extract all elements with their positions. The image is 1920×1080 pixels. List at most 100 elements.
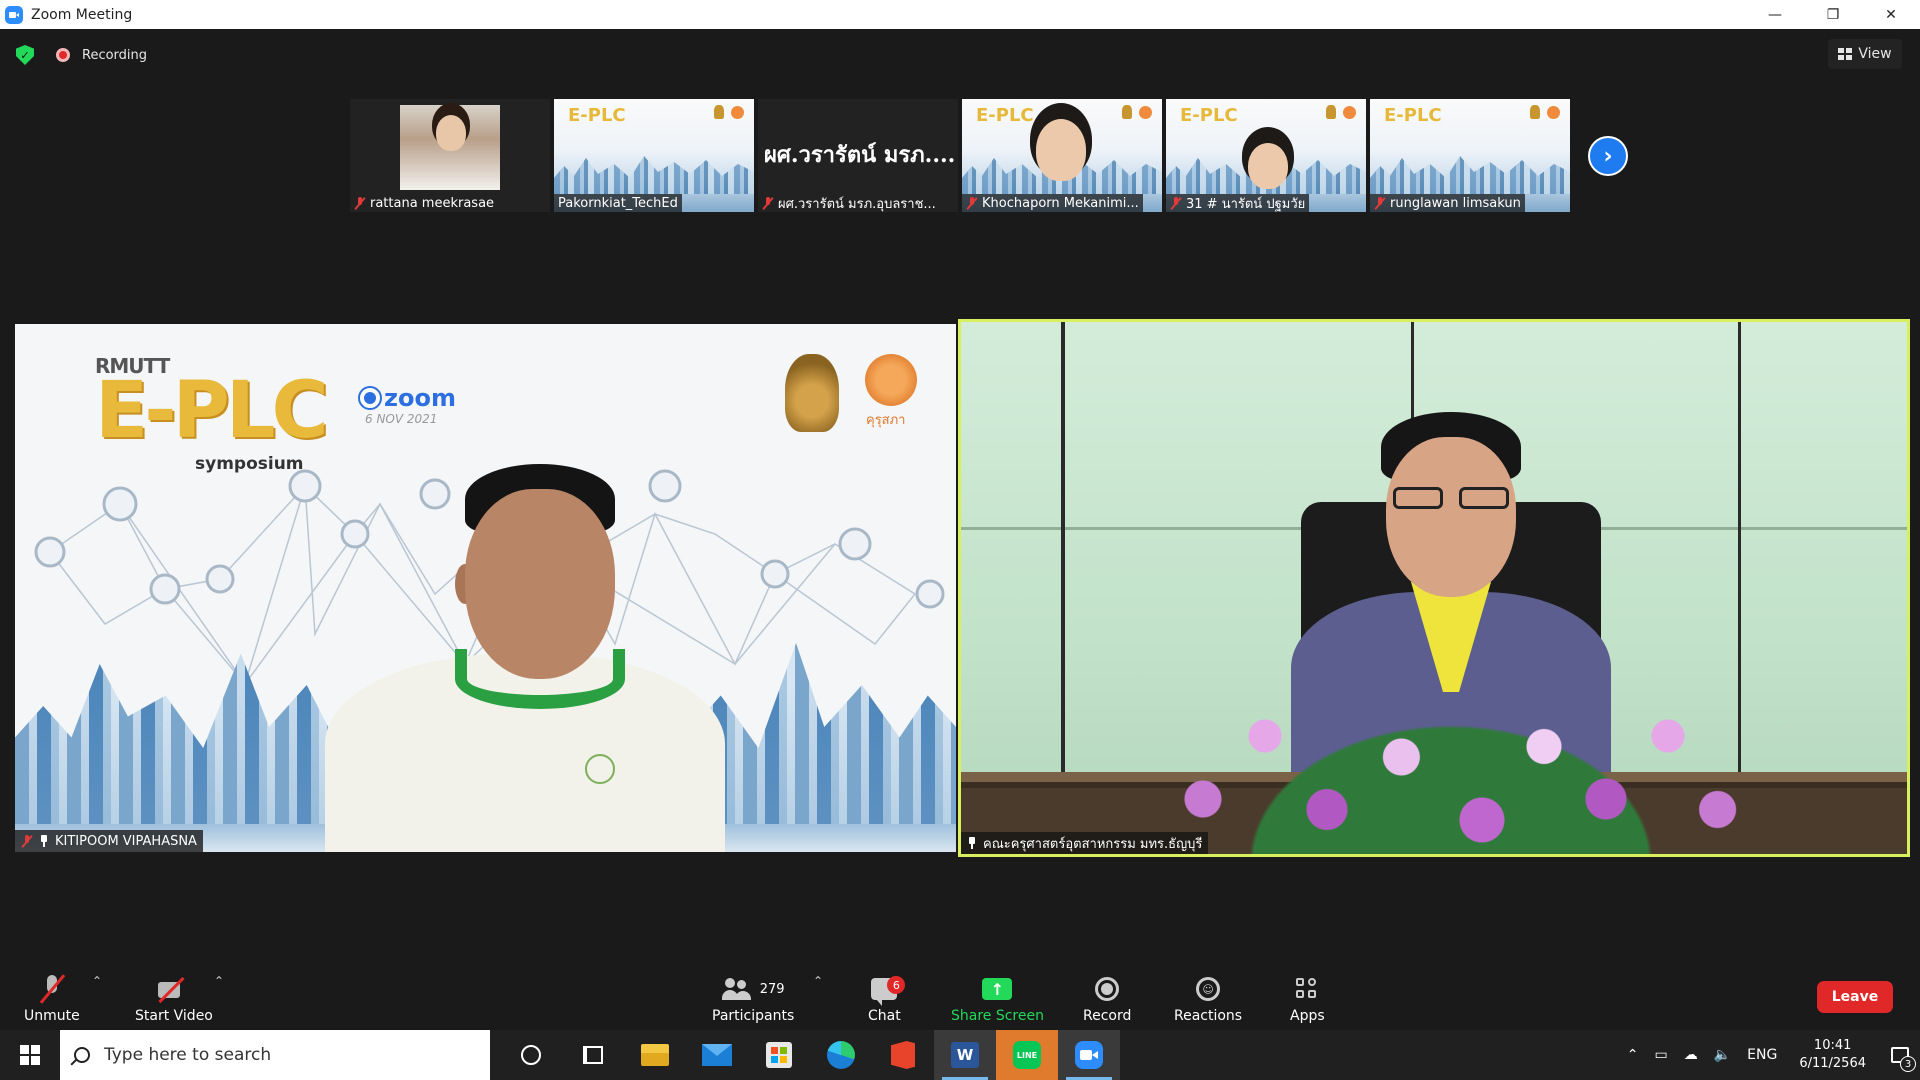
leave-button[interactable]: Leave	[1817, 981, 1893, 1013]
task-view-icon	[583, 1046, 603, 1064]
view-button[interactable]: View	[1828, 39, 1902, 69]
video-tile-right-active-speaker[interactable]: คณะครุศาสตร์อุตสาหกรรม มทร.ธัญบุรี	[958, 319, 1910, 857]
zoom-taskbar-button[interactable]	[1058, 1030, 1120, 1080]
minimize-button[interactable]: —	[1746, 0, 1804, 29]
mic-muted-icon	[354, 196, 366, 210]
video-off-icon	[157, 978, 190, 1000]
chat-unread-badge: 6	[887, 976, 906, 994]
participants-label: Participants	[712, 1008, 795, 1024]
zoom-app-icon	[5, 5, 23, 24]
eplc-mini-logo: E-PLC	[1180, 105, 1238, 126]
clock-time: 10:41	[1813, 1038, 1852, 1053]
chat-label: Chat	[868, 1008, 901, 1024]
system-tray: ⌃ ▭ ☁ 🔈 ENG 10:41 6/11/2564 3	[1619, 1030, 1920, 1080]
start-video-button[interactable]: Start Video	[135, 972, 213, 1024]
notification-count: 3	[1900, 1056, 1916, 1072]
recording-label: Recording	[82, 47, 148, 63]
taskbar-clock[interactable]: 10:41 6/11/2564	[1785, 1037, 1880, 1073]
spotlight-pin-icon	[967, 837, 977, 849]
mail-icon	[702, 1044, 732, 1066]
participant-name: คณะครุศาสตร์อุตสาหกรรม มทร.ธัญบุรี	[983, 836, 1203, 852]
next-page-arrow-icon[interactable]: ›	[1588, 136, 1628, 176]
reactions-button[interactable]: ☺ Reactions	[1174, 972, 1242, 1024]
video-tile-left[interactable]: RMUTT E-PLC symposium zoom 6 NOV 2021 คุ…	[15, 324, 956, 852]
logo-eplc: E-PLC	[95, 366, 329, 456]
network-icon[interactable]: ☁	[1676, 1047, 1706, 1063]
close-button[interactable]: ✕	[1862, 0, 1920, 29]
task-view-button[interactable]	[562, 1030, 624, 1080]
participants-button[interactable]: 279 Participants	[712, 972, 794, 1024]
search-placeholder: Type here to search	[104, 1045, 272, 1065]
speaker-video-left	[305, 464, 725, 852]
edge-button[interactable]	[810, 1030, 872, 1080]
grid-view-icon	[1838, 48, 1853, 60]
participant-name: rattana meekrasae	[370, 195, 495, 211]
participant-thumbnail[interactable]: E-PLC Khochaporn Mekanimi...	[962, 99, 1162, 212]
word-button[interactable]: W	[934, 1030, 996, 1080]
participant-display-name: ผศ.วรารัตน์ มรภ....	[764, 142, 954, 168]
line-button[interactable]: LINE	[996, 1030, 1058, 1080]
taskbar-search-box[interactable]: Type here to search	[60, 1030, 490, 1080]
participant-face	[1036, 119, 1086, 181]
office-icon	[891, 1041, 915, 1069]
apps-label: Apps	[1290, 1008, 1325, 1024]
unmute-button[interactable]: Unmute	[24, 972, 80, 1024]
spotlight-pin-icon	[39, 835, 49, 847]
reactions-label: Reactions	[1174, 1008, 1243, 1024]
chat-button[interactable]: 6 Chat	[868, 972, 906, 1024]
eplc-mini-logo: E-PLC	[1384, 105, 1442, 126]
battery-icon[interactable]: ▭	[1646, 1047, 1675, 1063]
restore-button[interactable]: ❐	[1804, 0, 1862, 29]
meeting-area: ✓ Recording View rattana meekrasae E-PLC…	[0, 29, 1920, 960]
participant-name: Khochaporn Mekanimi...	[982, 195, 1139, 211]
meeting-info-bar: ✓ Recording	[16, 45, 147, 65]
volume-icon[interactable]: 🔈	[1706, 1047, 1739, 1063]
apps-button[interactable]: Apps	[1290, 972, 1325, 1024]
word-icon: W	[951, 1042, 979, 1068]
store-icon	[766, 1042, 792, 1068]
share-screen-button[interactable]: ↑ Share Screen	[951, 972, 1044, 1024]
zoom-logo-text: zoom	[384, 384, 456, 412]
store-button[interactable]	[748, 1030, 810, 1080]
record-button[interactable]: Record	[1083, 972, 1131, 1024]
participant-thumbnail[interactable]: E-PLC 31 # นารัตน์ ปฐมวัย	[1166, 99, 1366, 212]
participant-name-tag: Pakornkiat_TechEd	[554, 194, 682, 212]
record-label: Record	[1083, 1008, 1132, 1024]
zoom-app-icon	[1075, 1041, 1103, 1069]
input-language[interactable]: ENG	[1739, 1047, 1785, 1063]
view-label: View	[1858, 46, 1892, 62]
meeting-toolbar: Unmute ⌃ Start Video ⌃ 279 Participants …	[0, 960, 1920, 1030]
participant-thumbnail[interactable]: E-PLC Pakornkiat_TechEd	[554, 99, 754, 212]
show-hidden-icons-icon[interactable]: ⌃	[1619, 1047, 1647, 1063]
seal-caption: คุรุสภา	[866, 413, 906, 428]
office-button[interactable]	[872, 1030, 934, 1080]
participant-name: Pakornkiat_TechEd	[558, 195, 678, 211]
participant-thumbnail[interactable]: ผศ.วรารัตน์ มรภ.... ผศ.วรารัตน์ มรภ.อุบล…	[758, 99, 958, 212]
participants-icon	[721, 978, 752, 1000]
participant-name-tag: 31 # นารัตน์ ปฐมวัย	[1166, 194, 1310, 212]
windows-logo-icon	[20, 1045, 40, 1065]
share-screen-icon: ↑	[982, 978, 1013, 1000]
participants-options-caret-icon[interactable]: ⌃	[813, 974, 823, 988]
cortana-button[interactable]	[500, 1030, 562, 1080]
participant-thumbnail[interactable]: E-PLC runglawan limsakun	[1370, 99, 1570, 212]
mic-muted-icon	[762, 196, 774, 210]
file-explorer-icon	[641, 1044, 669, 1066]
orchid-flowers	[1141, 652, 1761, 854]
file-explorer-button[interactable]	[624, 1030, 686, 1080]
start-button[interactable]	[0, 1030, 60, 1080]
audio-options-caret-icon[interactable]: ⌃	[92, 974, 102, 988]
participant-thumbnail[interactable]: rattana meekrasae	[350, 99, 550, 212]
security-shield-icon[interactable]: ✓	[16, 45, 34, 65]
participant-name: 31 # นารัตน์ ปฐมวัย	[1186, 196, 1306, 212]
microphone-muted-icon	[39, 974, 65, 1004]
action-center-button[interactable]: 3	[1880, 1030, 1920, 1080]
title-bar: Zoom Meeting — ❐ ✕	[0, 0, 1920, 29]
video-options-caret-icon[interactable]: ⌃	[214, 974, 224, 988]
record-icon	[1095, 977, 1120, 1001]
search-icon	[74, 1047, 90, 1063]
participant-name: KITIPOOM VIPAHASNA	[55, 833, 197, 849]
event-date: 6 NOV 2021	[365, 412, 438, 426]
mail-button[interactable]	[686, 1030, 748, 1080]
eplc-mini-logo: E-PLC	[568, 105, 626, 126]
